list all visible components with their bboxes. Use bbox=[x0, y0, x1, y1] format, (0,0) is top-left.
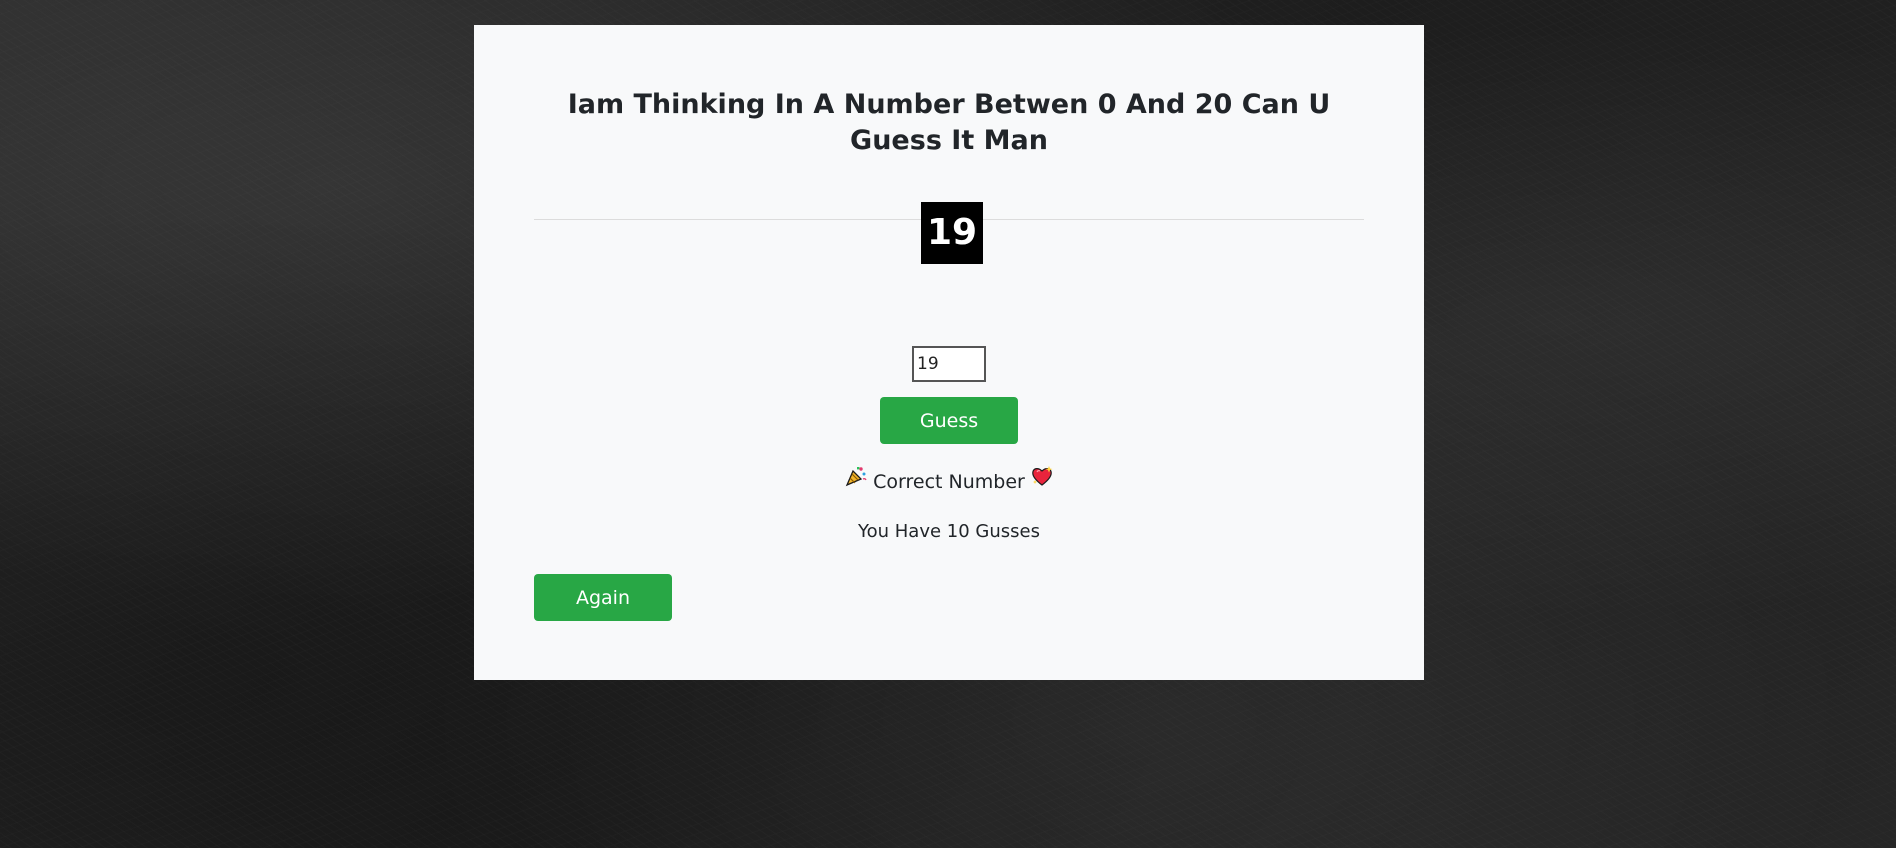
guess-input[interactable] bbox=[912, 346, 986, 382]
game-card: Iam Thinking In A Number Betwen 0 And 20… bbox=[474, 25, 1424, 680]
result-message: Correct Number bbox=[474, 465, 1424, 498]
again-button[interactable]: Again bbox=[534, 574, 672, 621]
party-popper-icon bbox=[845, 465, 867, 496]
secret-number-box: 19 bbox=[921, 202, 983, 264]
guess-button[interactable]: Guess bbox=[880, 397, 1018, 444]
guesses-remaining: You Have 10 Gusses bbox=[858, 521, 1040, 542]
message-text: Correct Number bbox=[873, 471, 1025, 493]
sparkling-heart-icon bbox=[1031, 465, 1053, 496]
page-title: Iam Thinking In A Number Betwen 0 And 20… bbox=[567, 89, 1331, 156]
